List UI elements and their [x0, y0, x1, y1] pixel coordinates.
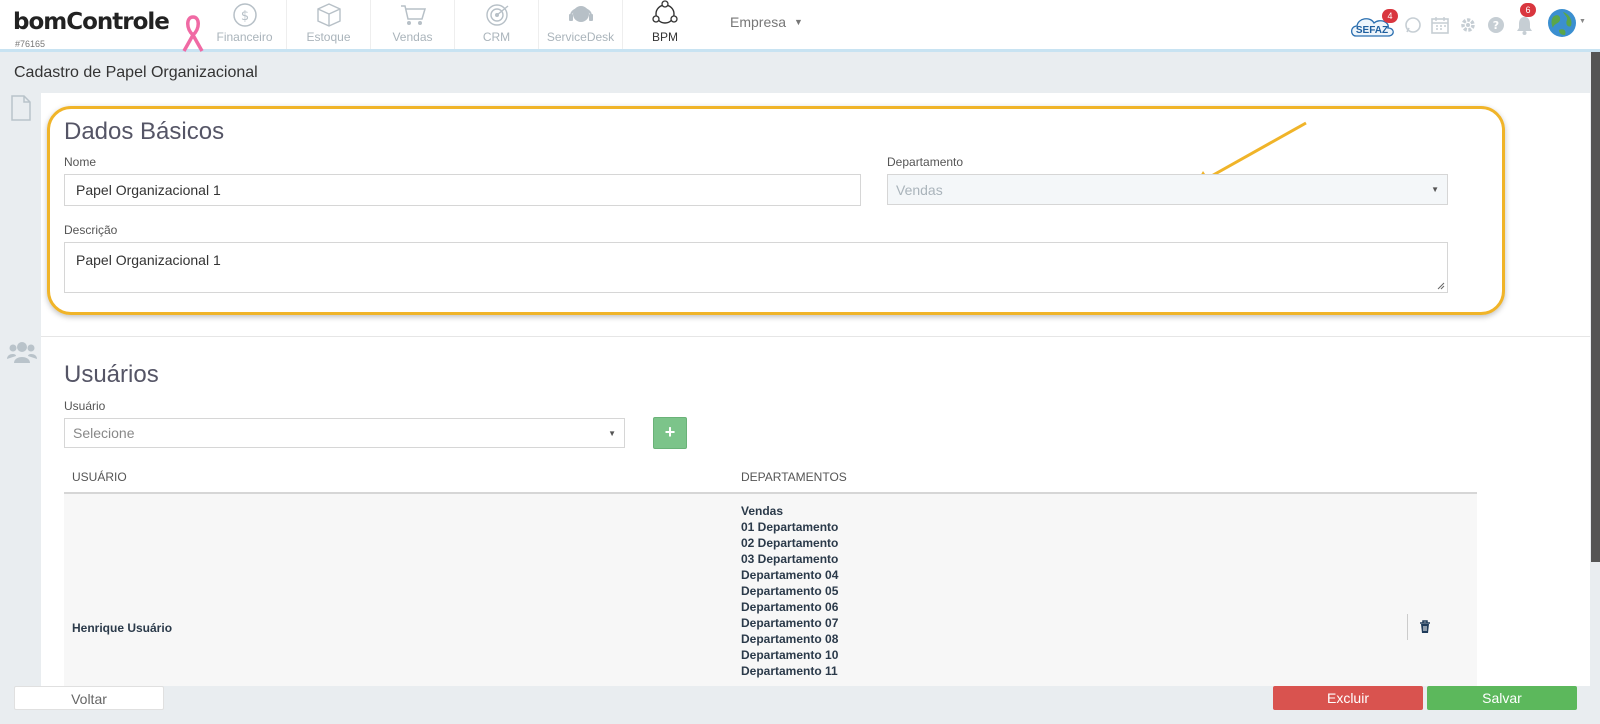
nav-module-label: ServiceDesk — [546, 30, 615, 44]
notifications-badge: 6 — [1520, 3, 1536, 17]
caret-down-icon: ▼ — [608, 429, 616, 438]
back-button[interactable]: Voltar — [14, 686, 164, 710]
help-icon[interactable]: ? — [1487, 16, 1505, 39]
nav-module-vendas[interactable]: Vendas — [371, 0, 455, 49]
name-label: Nome — [64, 155, 97, 169]
add-user-button[interactable]: + — [653, 417, 687, 449]
caret-down-icon: ▼ — [1579, 18, 1586, 25]
table-row: Henrique Usuário Vendas 01 Departamento … — [64, 494, 1477, 686]
department-item: 03 Departamento — [741, 552, 839, 566]
sefaz-button[interactable]: SEFAZ 4 — [1348, 9, 1398, 37]
resize-handle-icon[interactable] — [1437, 282, 1445, 290]
whatsapp-icon[interactable] — [1404, 16, 1422, 39]
nav-module-estoque[interactable]: Estoque — [287, 0, 371, 49]
page-title: Cadastro de Papel Organizacional — [14, 64, 258, 81]
account-code: #76165 — [15, 39, 46, 49]
departments-list: Vendas 01 Departamento 02 Departamento 0… — [741, 503, 838, 679]
document-icon — [10, 95, 32, 126]
svg-text:?: ? — [1493, 19, 1499, 32]
user-select[interactable]: Selecione ▼ — [64, 418, 625, 448]
shopping-cart-icon — [400, 5, 426, 25]
page-title-bar: Cadastro de Papel Organizacional — [0, 55, 1600, 93]
description-textarea[interactable]: Papel Organizacional 1 — [64, 242, 1448, 293]
calendar-icon[interactable] — [1431, 16, 1449, 39]
dollar-coin-icon: $ — [232, 3, 257, 27]
department-item: 02 Departamento — [741, 536, 839, 550]
department-item: Departamento 06 — [741, 600, 839, 614]
brand-name: bomControle — [13, 9, 170, 35]
users-heading: Usuários — [64, 361, 159, 388]
nav-module-label: Estoque — [306, 30, 351, 44]
nav-module-bpm[interactable]: BPM — [623, 0, 707, 49]
box-icon — [316, 3, 341, 27]
delete-button[interactable]: Excluir — [1273, 686, 1423, 710]
user-avatar[interactable]: ▼ — [1547, 8, 1587, 40]
headset-icon — [568, 6, 593, 22]
department-item: 01 Departamento — [741, 520, 839, 534]
caret-down-icon: ▼ — [1431, 185, 1439, 194]
department-select[interactable]: Vendas ▼ — [887, 174, 1448, 205]
svg-text:$: $ — [240, 9, 248, 24]
section-rail — [0, 93, 41, 686]
name-input[interactable]: Papel Organizacional 1 — [64, 174, 861, 206]
nav-module-servicedesk[interactable]: ServiceDesk — [539, 0, 623, 49]
department-label: Departamento — [887, 155, 964, 169]
nav-module-label: BPM — [651, 30, 678, 44]
footer-actions: Voltar Excluir Salvar — [0, 686, 1600, 724]
sefaz-badge: 4 — [1382, 9, 1398, 23]
delete-row-button[interactable] — [1407, 614, 1441, 640]
department-item: Departamento 07 — [741, 616, 839, 630]
nav-module-label: Financeiro — [216, 30, 273, 44]
globe-avatar-icon — [1548, 9, 1576, 37]
top-navbar: bomControle #76165 $ Financeiro Estoque … — [0, 0, 1600, 52]
basic-data-heading: Dados Básicos — [64, 118, 225, 145]
nav-module-financeiro[interactable]: $ Financeiro — [203, 0, 287, 49]
notifications-bell-icon[interactable]: 6 — [1515, 3, 1536, 40]
department-item: Departamento 05 — [741, 584, 839, 598]
users-group-icon — [7, 339, 37, 370]
company-menu-label: Empresa — [730, 14, 787, 30]
description-label: Descrição — [64, 223, 118, 237]
nav-module-label: Vendas — [392, 30, 433, 44]
process-cycle-icon — [652, 0, 678, 24]
page-scrollbar[interactable] — [1591, 52, 1600, 562]
nav-module-crm[interactable]: CRM — [455, 0, 539, 49]
nav-module-label: CRM — [482, 30, 511, 44]
user-name-cell: Henrique Usuário — [72, 621, 173, 635]
department-item: Vendas — [741, 504, 784, 518]
department-item: Departamento 04 — [741, 568, 839, 582]
form-content: Dados Básicos Nome Papel Organizacional … — [41, 93, 1590, 686]
department-value: Vendas — [896, 181, 943, 198]
sefaz-label: SEFAZ — [1356, 25, 1388, 36]
description-value: Papel Organizacional 1 — [76, 252, 221, 268]
department-item: Departamento 08 — [741, 632, 839, 646]
trash-icon — [1419, 620, 1430, 633]
company-menu[interactable]: Empresa ▼ — [730, 14, 803, 30]
save-button[interactable]: Salvar — [1427, 686, 1577, 710]
user-select-placeholder: Selecione — [73, 425, 135, 441]
department-item: Departamento 10 — [741, 648, 839, 662]
users-table-header: USUÁRIO DEPARTAMENTOS — [64, 462, 1477, 494]
department-item: Departamento 11 — [741, 664, 838, 678]
brand-logo[interactable]: bomControle #76165 — [13, 9, 170, 49]
caret-down-icon: ▼ — [794, 17, 803, 27]
section-divider — [41, 336, 1590, 337]
target-icon — [485, 4, 508, 26]
column-header-departments: DEPARTAMENTOS — [741, 470, 847, 484]
module-nav: $ Financeiro Estoque Vendas CRM ServiceD… — [203, 0, 707, 49]
column-header-user: USUÁRIO — [72, 470, 127, 484]
user-label: Usuário — [64, 399, 106, 413]
gear-icon[interactable] — [1459, 16, 1477, 39]
